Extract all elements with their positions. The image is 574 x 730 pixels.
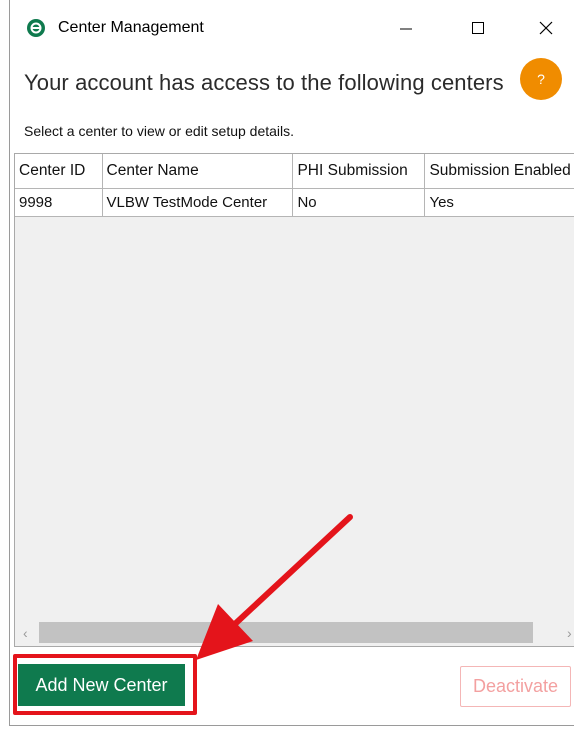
cell-phi-submission: No	[292, 188, 426, 217]
center-management-window: Center Management Your account has acces…	[9, 0, 574, 726]
title-bar: Center Management	[10, 0, 574, 56]
deactivate-button[interactable]: Deactivate	[460, 666, 571, 707]
instruction-text: Select a center to view or edit setup de…	[24, 123, 295, 139]
centers-grid[interactable]: Center ID Center Name PHI Submission Sub…	[14, 153, 574, 647]
close-button[interactable]	[524, 12, 568, 44]
centers-table: Center ID Center Name PHI Submission Sub…	[15, 154, 574, 217]
minimize-button[interactable]	[384, 12, 428, 44]
close-icon	[539, 21, 553, 35]
cell-center-id: 9998	[15, 188, 103, 217]
add-new-center-button[interactable]: Add New Center	[18, 664, 185, 706]
minimize-icon	[400, 28, 412, 30]
scroll-right-icon[interactable]: ›	[567, 625, 572, 641]
table-row[interactable]: 9998 VLBW TestMode Center No Yes	[15, 188, 574, 217]
scrollbar-thumb[interactable]	[39, 622, 533, 643]
help-button[interactable]: ?	[520, 58, 562, 100]
cell-submission-enabled: Yes	[424, 188, 574, 217]
cell-center-name: VLBW TestMode Center	[102, 188, 294, 217]
page-heading: Your account has access to the following…	[24, 70, 504, 95]
maximize-button[interactable]	[456, 12, 500, 44]
column-header-phi-submission[interactable]: PHI Submission	[292, 154, 426, 189]
app-logo-icon	[27, 19, 45, 37]
table-header-row: Center ID Center Name PHI Submission Sub…	[15, 154, 574, 189]
horizontal-scrollbar[interactable]: ‹ ›	[15, 619, 574, 646]
window-title: Center Management	[58, 19, 204, 36]
maximize-icon	[472, 22, 484, 34]
scroll-left-icon[interactable]: ‹	[23, 625, 28, 641]
column-header-center-id[interactable]: Center ID	[15, 154, 103, 189]
column-header-center-name[interactable]: Center Name	[102, 154, 294, 189]
column-header-submission-enabled[interactable]: Submission Enabled	[424, 154, 574, 189]
